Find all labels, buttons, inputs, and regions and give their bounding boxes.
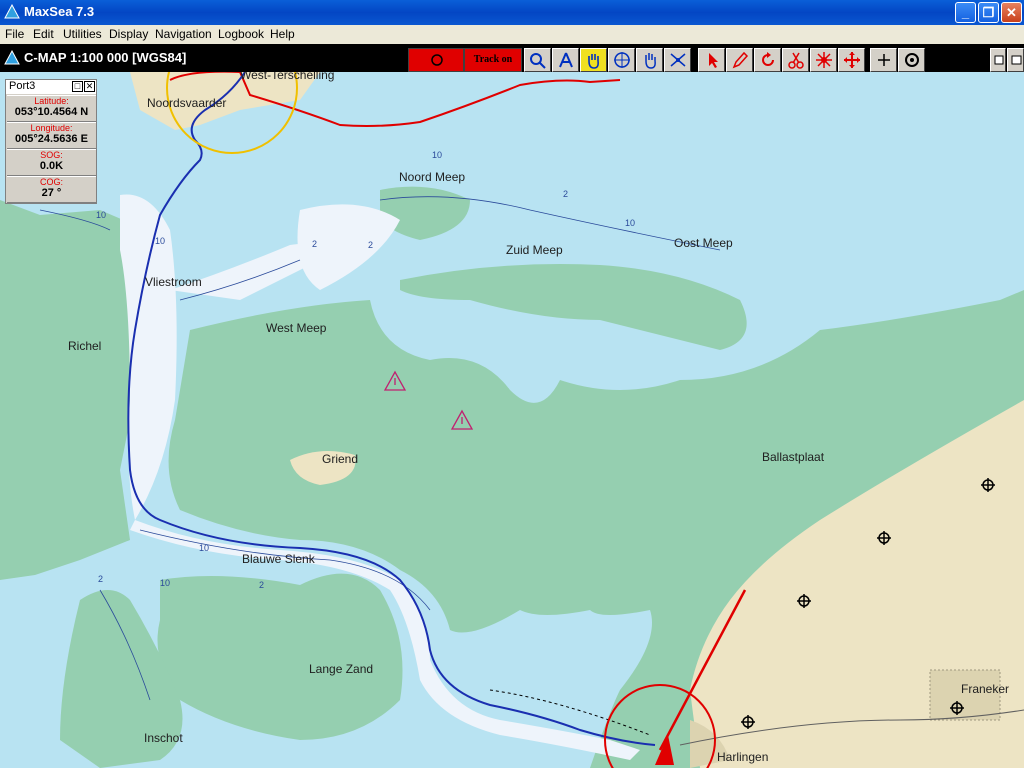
sog-label: SOG:: [40, 150, 63, 160]
label-west-terschelling: West-Terschelling: [240, 72, 335, 82]
move-tool-button[interactable]: [838, 48, 865, 72]
label-west-meep: West Meep: [266, 321, 327, 335]
nautical-chart-canvas[interactable]: 10 2 10 2 10 2 2 10 10 2 10: [0, 72, 1024, 768]
pencil-tool-button[interactable]: [726, 48, 753, 72]
label-richel: Richel: [68, 339, 102, 353]
longitude-value: 005°24.5636 E: [15, 133, 88, 145]
target-icon: [905, 53, 919, 67]
label-noord-meep: Noord Meep: [399, 170, 466, 184]
svg-text:2: 2: [98, 574, 103, 584]
hand-icon: [588, 54, 599, 69]
add-tool-button[interactable]: [870, 48, 897, 72]
longitude-field: Longitude: 005°24.5636 E: [7, 122, 96, 149]
rotate-tool-button[interactable]: [754, 48, 781, 72]
restore-button[interactable]: ❐: [978, 2, 999, 23]
stop-track-button[interactable]: [408, 48, 464, 72]
latitude-label: Latitude:: [34, 96, 69, 106]
layout-tool-button[interactable]: [990, 48, 1006, 72]
label-oost-meep: Oost Meep: [674, 236, 733, 250]
menu-navigation[interactable]: Navigation: [155, 27, 212, 41]
chart-title: C-MAP 1:100 000 [WGS84]: [24, 50, 187, 65]
crosshair-tool-button[interactable]: [608, 48, 635, 72]
waypoint-tool-button[interactable]: [810, 48, 837, 72]
menu-file[interactable]: File: [5, 27, 24, 41]
svg-text:2: 2: [312, 239, 317, 249]
target-tool-button[interactable]: [898, 48, 925, 72]
label-zuid-meep: Zuid Meep: [506, 243, 563, 257]
maxsea-app-icon: [4, 4, 20, 19]
hand-tool-button[interactable]: [580, 48, 607, 72]
compass-tool-button[interactable]: [552, 48, 579, 72]
zoom-tool-button[interactable]: [524, 48, 551, 72]
pan-icon: [645, 53, 656, 69]
window-title: MaxSea 7.3: [24, 4, 95, 19]
latitude-field: Latitude: 053°10.4564 N: [7, 95, 96, 122]
svg-text:10: 10: [155, 236, 165, 246]
close-button[interactable]: ✕: [1001, 2, 1022, 23]
menu-display[interactable]: Display: [109, 27, 148, 41]
move-icon: [844, 52, 860, 68]
svg-text:10: 10: [96, 210, 106, 220]
route-tool-button[interactable]: [664, 48, 691, 72]
pencil-icon: [732, 51, 749, 69]
label-blauwe-slenk: Blauwe Slenk: [242, 552, 315, 566]
track-on-button[interactable]: Track on: [464, 48, 522, 72]
layout-tool-button-2[interactable]: [1007, 48, 1024, 72]
pan-tool-button[interactable]: [636, 48, 663, 72]
label-inschot: Inschot: [144, 731, 183, 745]
label-noordsvaarder: Noordsvaarder: [147, 96, 227, 110]
zoom-icon: [530, 53, 546, 69]
chart-map[interactable]: 10 2 10 2 10 2 2 10 10 2 10 West-Tersche…: [0, 72, 1024, 768]
menu-edit[interactable]: Edit: [33, 27, 54, 41]
svg-text:10: 10: [160, 578, 170, 588]
label-griend: Griend: [322, 452, 359, 466]
plus-icon: [878, 54, 890, 66]
latitude-value: 053°10.4564 N: [14, 106, 89, 118]
longitude-label: Longitude:: [30, 123, 73, 133]
svg-text:10: 10: [199, 543, 209, 553]
compass-icon: [559, 52, 573, 68]
scissors-tool-button[interactable]: [782, 48, 809, 72]
cog-label: COG:: [39, 177, 63, 187]
label-franeker: Franeker: [961, 682, 1010, 696]
svg-text:10: 10: [432, 150, 442, 160]
cog-value: 27 °: [41, 187, 62, 199]
sog-value: 0.0K: [39, 160, 64, 172]
panel-maximize-button[interactable]: □: [72, 81, 83, 92]
svg-text:2: 2: [259, 580, 264, 590]
svg-text:2: 2: [368, 240, 373, 250]
window-layout-icon: [994, 55, 1004, 65]
chart-icon: [4, 50, 20, 65]
cog-field: COG: 27 °: [7, 176, 96, 203]
panel-close-button[interactable]: ✕: [84, 81, 95, 92]
label-vliestroom: Vliestroom: [145, 275, 202, 289]
label-lange-zand: Lange Zand: [309, 662, 374, 676]
rotate-icon: [762, 52, 774, 66]
sog-field: SOG: 0.0K: [7, 149, 96, 176]
waypoint-icon: [816, 52, 832, 68]
port-info-panel: Port3 □ ✕ Latitude: 053°10.4564 N Longit…: [5, 79, 97, 204]
menu-utilities[interactable]: Utilities: [63, 27, 102, 41]
record-icon: [431, 54, 443, 66]
scissors-icon: [788, 52, 804, 69]
menu-logbook[interactable]: Logbook: [218, 27, 264, 41]
label-ballastplaat: Ballastplaat: [762, 450, 825, 464]
minimize-button[interactable]: _: [955, 2, 976, 23]
menu-bar: File Edit Utilities Display Navigation L…: [0, 25, 1024, 44]
pointer-icon: [709, 53, 718, 68]
window-titlebar: MaxSea 7.3 _ ❐ ✕: [0, 0, 1024, 25]
svg-text:2: 2: [563, 189, 568, 199]
svg-text:10: 10: [625, 218, 635, 228]
route-icon: [670, 53, 686, 67]
label-harlingen: Harlingen: [717, 750, 769, 764]
crosshair-icon: [614, 52, 630, 68]
menu-help[interactable]: Help: [270, 27, 295, 41]
pointer-tool-button[interactable]: [698, 48, 725, 72]
window-layout-icon-2: [1011, 55, 1022, 65]
